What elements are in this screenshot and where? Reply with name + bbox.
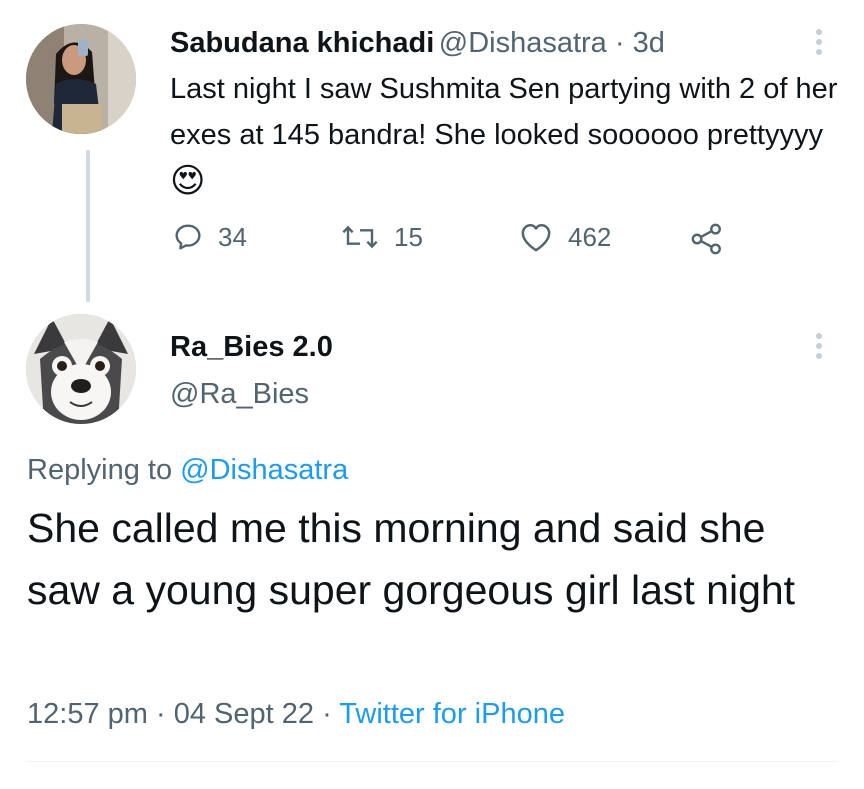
retweet-icon [342, 225, 378, 249]
avatar-woman-image [26, 24, 136, 134]
reply-button[interactable]: 34 [172, 221, 247, 253]
display-name[interactable]: Sabudana khichadi [170, 27, 434, 59]
tweet1-header: Sabudana khichadi @Dishasatra · 3d [170, 27, 665, 60]
retweet-button[interactable]: 15 [340, 221, 423, 253]
more-icon[interactable] [816, 29, 824, 59]
replying-to-handle-link[interactable]: @Dishasatra [180, 454, 348, 486]
separator: · [155, 698, 166, 730]
tweet-time[interactable]: 12:57 pm [27, 698, 148, 730]
handle[interactable]: @Ra_Bies [170, 378, 309, 411]
divider [27, 761, 837, 762]
like-button[interactable]: 462 [518, 221, 611, 253]
replying-to-label: Replying to [27, 454, 173, 486]
like-count: 462 [568, 221, 612, 252]
source-link[interactable]: Twitter for iPhone [339, 698, 565, 730]
retweet-count: 15 [394, 221, 423, 252]
tweet-footer: 12:57 pm · 04 Sept 22 · Twitter for iPho… [27, 698, 565, 731]
avatar[interactable] [26, 24, 136, 134]
share-icon [691, 223, 721, 255]
replying-to: Replying to @Dishasatra [27, 454, 348, 487]
reply-count: 34 [218, 221, 247, 252]
thread-line [86, 150, 90, 302]
reply-icon [175, 224, 201, 250]
tweet-text: Last night I saw Sushmita Sen partying w… [170, 73, 838, 151]
tweet-text: She called me this morning and said she … [27, 505, 796, 613]
separator: · [322, 698, 332, 730]
display-name[interactable]: Ra_Bies 2.0 [170, 331, 333, 364]
heart-eyes-emoji-icon: 😍 [170, 162, 206, 200]
avatar[interactable] [26, 314, 136, 424]
like-icon [521, 223, 551, 252]
tweet-date[interactable]: 04 Sept 22 [174, 698, 314, 730]
more-icon[interactable] [816, 333, 824, 363]
avatar-husky-image [26, 314, 136, 424]
handle-time[interactable]: @Dishasatra · 3d [439, 27, 665, 59]
tweet1-text: Last night I saw Sushmita Sen partying w… [170, 66, 850, 204]
share-button[interactable] [690, 222, 738, 256]
